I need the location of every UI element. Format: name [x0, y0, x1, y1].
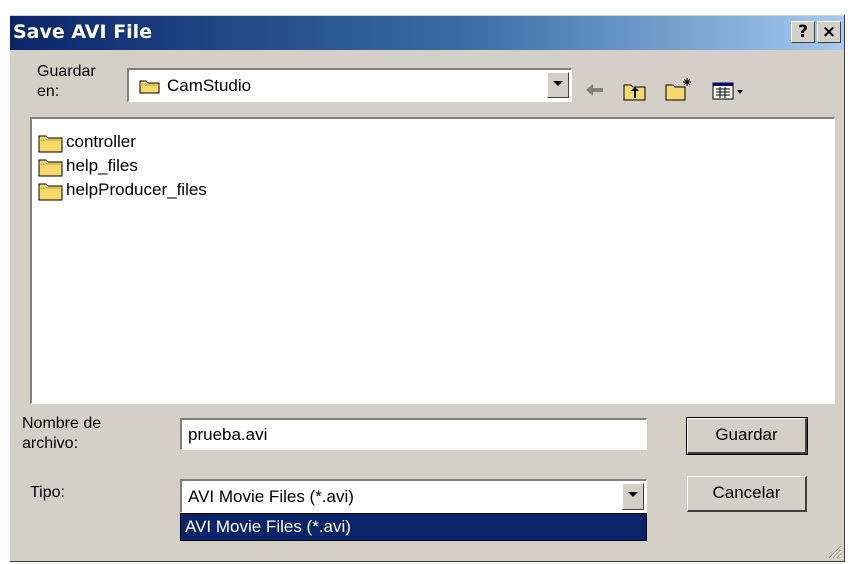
- filetype-combo[interactable]: AVI Movie Files (*.avi): [180, 479, 647, 513]
- new-folder-icon[interactable]: [665, 77, 693, 106]
- save-button[interactable]: Guardar: [686, 417, 808, 455]
- view-menu-icon[interactable]: [712, 81, 746, 106]
- filetype-dropdown-list: AVI Movie Files (*.avi): [180, 513, 647, 541]
- filename-label-line2: archivo:: [22, 435, 79, 452]
- up-folder-icon[interactable]: [623, 81, 647, 106]
- back-icon[interactable]: [583, 81, 607, 104]
- save-in-value: CamStudio: [167, 76, 252, 95]
- folder-icon: [139, 78, 161, 99]
- file-name: controller: [66, 132, 136, 151]
- save-in-dropdown-button[interactable]: [547, 72, 569, 98]
- filetype-value: AVI Movie Files (*.avi): [188, 487, 354, 506]
- window-title: Save AVI File: [13, 21, 153, 43]
- help-button[interactable]: ?: [791, 21, 815, 43]
- save-in-combo[interactable]: CamStudio: [127, 68, 572, 102]
- filename-label-line1: Nombre de: [22, 415, 102, 432]
- close-button[interactable]: ×: [817, 21, 841, 43]
- chevron-down-icon: [628, 492, 638, 497]
- filename-field[interactable]: [180, 418, 647, 450]
- filetype-dropdown-button[interactable]: [622, 483, 644, 510]
- resize-grip-icon[interactable]: [826, 543, 842, 559]
- file-list[interactable]: controller help_files helpProducer_files: [30, 117, 835, 404]
- title-bar[interactable]: Save AVI File ? ×: [10, 16, 844, 50]
- folder-icon: [38, 133, 64, 158]
- filetype-label: Tipo:: [30, 484, 65, 501]
- save-dialog: Save AVI File ? × Guardar en: CamStudio: [9, 14, 845, 562]
- chevron-down-icon: [553, 81, 563, 86]
- dropdown-option-selected[interactable]: AVI Movie Files (*.avi): [181, 514, 646, 540]
- cancel-button[interactable]: Cancelar: [687, 476, 807, 512]
- folder-icon: [38, 157, 64, 182]
- file-name: help_files: [66, 156, 138, 175]
- file-name: helpProducer_files: [66, 180, 207, 199]
- folder-icon: [38, 181, 64, 206]
- save-in-label-line2: en:: [37, 83, 60, 100]
- save-in-label-line1: Guardar: [37, 63, 96, 80]
